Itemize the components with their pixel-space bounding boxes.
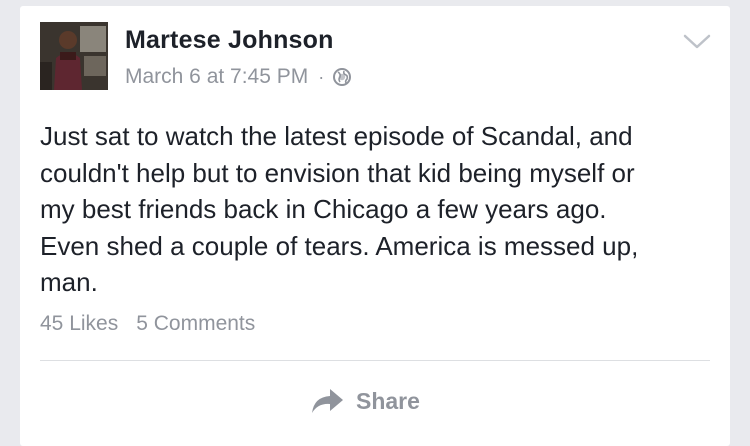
reaction-counts: 45 Likes 5 Comments (40, 312, 255, 336)
post-text-line: my best friends back in Chicago a few ye… (40, 194, 607, 224)
post-meta: March 6 at 7:45 PM · (125, 64, 352, 90)
post-text-line: man. (40, 267, 98, 297)
post-text-line: couldn't help but to envision that kid b… (40, 157, 635, 188)
share-arrow-icon (310, 387, 344, 415)
avatar-photo (40, 22, 108, 90)
post-timestamp[interactable]: March 6 at 7:45 PM (125, 65, 308, 89)
post-text: Just sat to watch the latest episode of … (40, 118, 710, 301)
author-name[interactable]: Martese Johnson (125, 26, 334, 55)
likes-count[interactable]: 45 Likes (40, 312, 118, 336)
post-card: Martese Johnson March 6 at 7:45 PM · Jus… (20, 6, 730, 446)
meta-separator: · (318, 66, 325, 87)
comments-count[interactable]: 5 Comments (136, 312, 255, 336)
avatar[interactable] (40, 22, 108, 90)
post-text-line: Even shed a couple of tears. America is … (40, 230, 639, 261)
globe-icon[interactable] (332, 67, 352, 87)
post-text-line: Just sat to watch the latest episode of … (40, 121, 633, 151)
divider (40, 360, 710, 361)
share-button[interactable]: Share (310, 384, 420, 418)
chevron-down-icon[interactable] (682, 32, 712, 52)
share-label: Share (356, 387, 420, 414)
